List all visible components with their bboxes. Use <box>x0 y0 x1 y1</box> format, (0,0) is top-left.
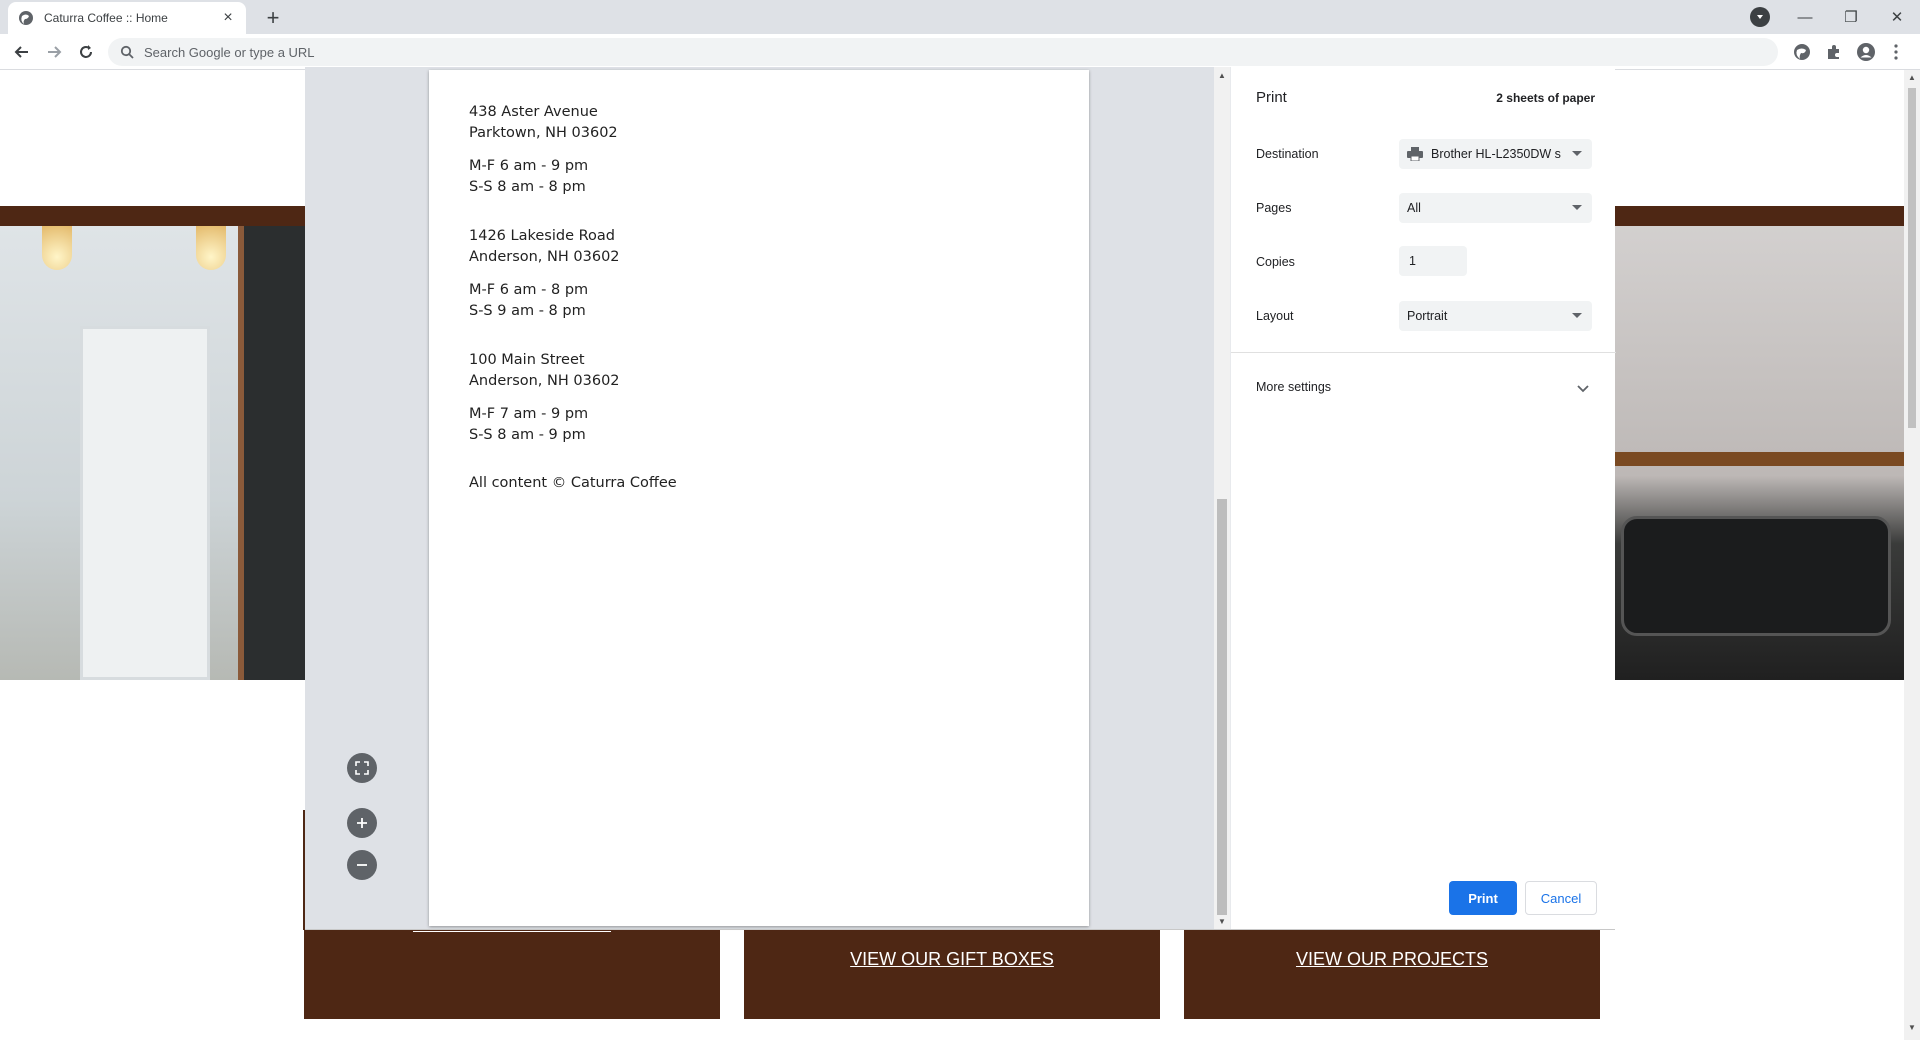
tab-search-icon[interactable] <box>1750 7 1770 27</box>
address-block: 100 Main Street Anderson, NH 03602 <box>469 350 620 392</box>
copies-label: Copies <box>1256 255 1295 269</box>
print-button[interactable]: Print <box>1449 881 1517 915</box>
preview-line: S-S 9 am - 8 pm <box>469 303 586 319</box>
cancel-button[interactable]: Cancel <box>1525 881 1597 915</box>
layout-select[interactable]: Portrait <box>1399 301 1592 331</box>
hero-image-left <box>0 226 305 680</box>
page-scrollbar-thumb[interactable] <box>1908 88 1916 428</box>
scroll-down-arrow-icon[interactable]: ▼ <box>1908 1024 1916 1032</box>
door-image <box>80 326 210 680</box>
hours-block: M-F 6 am - 8 pm S-S 9 am - 8 pm <box>469 280 588 322</box>
cta-view-projects[interactable]: VIEW OUR PROJECTS <box>1184 929 1600 1019</box>
cta-label[interactable]: VIEW OUR GIFT BOXES <box>850 949 1054 970</box>
preview-scrollbar[interactable]: ▲ ▼ <box>1214 67 1230 929</box>
page-scrollbar[interactable]: ▲ ▼ <box>1904 70 1920 1040</box>
lamp-image <box>42 226 72 270</box>
zoom-in-icon[interactable] <box>347 808 377 838</box>
tab-title: Caturra Coffee :: Home <box>44 11 168 25</box>
layout-value: Portrait <box>1407 309 1448 323</box>
browser-tab[interactable]: Caturra Coffee :: Home × <box>8 2 246 34</box>
fit-to-page-icon[interactable] <box>347 753 377 783</box>
espresso-machine-image <box>1621 516 1891 636</box>
address-block: 438 Aster Avenue Parktown, NH 03602 <box>469 102 618 144</box>
destination-value: Brother HL-L2350DW s <box>1431 147 1561 161</box>
preview-line: Anderson, NH 03602 <box>469 249 620 265</box>
more-settings-toggle[interactable]: More settings <box>1256 380 1331 394</box>
preview-line: M-F 6 am - 9 pm <box>469 158 589 174</box>
pages-value: All <box>1407 201 1421 215</box>
hours-block: M-F 7 am - 9 pm S-S 8 am - 9 pm <box>469 404 588 446</box>
preview-line: 438 Aster Avenue <box>469 104 598 120</box>
print-title: Print <box>1256 89 1287 106</box>
globe-icon <box>19 11 33 25</box>
copies-input[interactable] <box>1399 246 1467 276</box>
destination-select[interactable]: Brother HL-L2350DW s <box>1399 139 1592 169</box>
copyright-block: All content © Caturra Coffee <box>469 473 677 494</box>
preview-line: S-S 8 am - 8 pm <box>469 179 586 195</box>
minimize-button[interactable]: — <box>1782 0 1828 34</box>
lamp-image <box>196 226 226 270</box>
scroll-up-arrow-icon[interactable]: ▲ <box>1908 74 1916 82</box>
chalkboard-image <box>238 226 305 680</box>
kebab-menu-icon[interactable] <box>1884 40 1908 64</box>
dialog-bottom-edge <box>305 929 1615 930</box>
preview-scroll-up-icon[interactable]: ▲ <box>1218 71 1226 80</box>
preview-line: 1426 Lakeside Road <box>469 228 615 244</box>
pages-label: Pages <box>1256 201 1292 215</box>
cta-view-gift-boxes[interactable]: VIEW OUR GIFT BOXES <box>744 929 1160 1019</box>
forward-arrow-icon[interactable] <box>40 38 68 66</box>
preview-scroll-down-icon[interactable]: ▼ <box>1218 917 1226 926</box>
chevron-down-icon <box>1572 313 1582 318</box>
hero-image-right <box>1615 226 1904 680</box>
zoom-out-icon[interactable] <box>347 850 377 880</box>
settings-divider <box>1231 352 1616 353</box>
preview-page: 438 Aster Avenue Parktown, NH 03602 M-F … <box>429 70 1089 926</box>
chevron-down-icon <box>1572 151 1582 156</box>
address-placeholder: Search Google or type a URL <box>144 44 315 60</box>
preview-line: Anderson, NH 03602 <box>469 373 620 389</box>
chevron-down-icon <box>1572 205 1582 210</box>
maximize-button[interactable]: ❐ <box>1828 0 1874 34</box>
cta-label[interactable]: VIEW OUR PROJECTS <box>1296 949 1488 970</box>
preview-line: All content © Caturra Coffee <box>469 475 677 491</box>
search-icon <box>120 45 134 59</box>
preview-scrollbar-thumb[interactable] <box>1217 499 1227 915</box>
preview-line: S-S 8 am - 9 pm <box>469 427 586 443</box>
print-settings-panel: Print 2 sheets of paper Destination Brot… <box>1230 67 1616 929</box>
preview-line: Parktown, NH 03602 <box>469 125 618 141</box>
extension-globe-icon[interactable] <box>1790 40 1814 64</box>
print-preview-area: 438 Aster Avenue Parktown, NH 03602 M-F … <box>305 67 1230 929</box>
destination-label: Destination <box>1256 147 1319 161</box>
address-bar[interactable]: Search Google or type a URL <box>108 38 1778 66</box>
hours-block: M-F 6 am - 9 pm S-S 8 am - 8 pm <box>469 156 588 198</box>
new-tab-button[interactable]: + <box>260 5 286 31</box>
reload-icon[interactable] <box>72 38 100 66</box>
pages-select[interactable]: All <box>1399 193 1592 223</box>
extensions-puzzle-icon[interactable] <box>1822 40 1846 64</box>
back-arrow-icon[interactable] <box>8 38 36 66</box>
close-window-button[interactable]: ✕ <box>1874 0 1920 34</box>
preview-line: 100 Main Street <box>469 352 585 368</box>
tab-close-icon[interactable]: × <box>220 9 236 26</box>
cta-view-selection[interactable]: VIEW OUR SELECTION <box>304 914 720 1019</box>
profile-avatar-icon[interactable] <box>1854 40 1878 64</box>
preview-line: M-F 7 am - 9 pm <box>469 406 589 422</box>
layout-label: Layout <box>1256 309 1294 323</box>
preview-line: M-F 6 am - 8 pm <box>469 282 589 298</box>
shelf-image <box>1615 452 1904 466</box>
printer-icon <box>1407 147 1423 161</box>
sheet-count: 2 sheets of paper <box>1496 91 1595 105</box>
chevron-down-icon[interactable] <box>1577 380 1589 398</box>
tab-strip: Caturra Coffee :: Home × + — ❐ ✕ <box>0 0 1920 34</box>
browser-toolbar: Search Google or type a URL <box>0 34 1920 70</box>
address-block: 1426 Lakeside Road Anderson, NH 03602 <box>469 226 620 268</box>
